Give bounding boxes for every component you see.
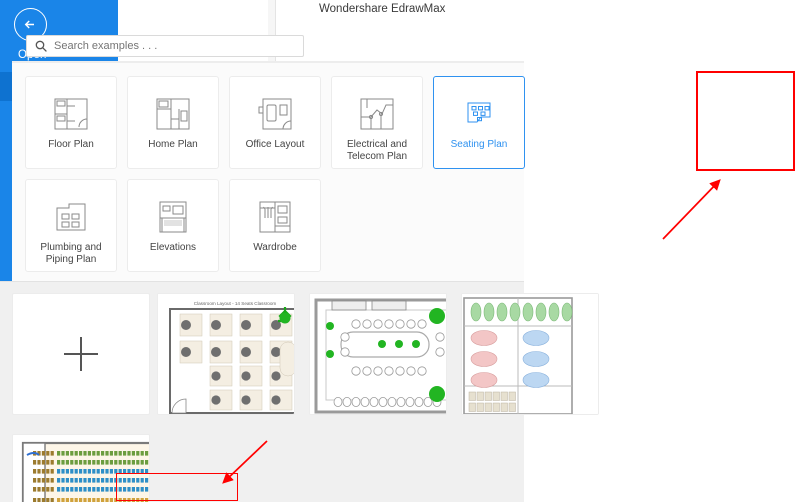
example-thumbnail bbox=[462, 294, 598, 414]
search-input[interactable] bbox=[54, 40, 284, 52]
subcategory-card-label: Elevations bbox=[149, 242, 197, 253]
example-card-partial[interactable] bbox=[12, 434, 150, 502]
plumbing-piping-icon bbox=[53, 195, 89, 239]
home-plan-icon bbox=[155, 92, 191, 136]
subcategory-card-label: Seating Plan bbox=[450, 139, 508, 150]
svg-text:Classroom Layout - 14 Seats Cl: Classroom Layout - 14 Seats Classroom bbox=[194, 301, 277, 306]
subcategory-card-wardrobe[interactable]: Wardrobe bbox=[229, 179, 321, 272]
example-thumbnail: Classroom Layout - 14 Seats Classroom bbox=[158, 294, 294, 414]
plus-icon bbox=[64, 337, 98, 371]
examples-region: Classroom Layout - 14 Seats Classroom14 … bbox=[0, 281, 599, 502]
arrow-left-circle-icon bbox=[24, 20, 34, 29]
subcategory-card-office-layout[interactable]: Office Layout bbox=[229, 76, 321, 169]
electrical-telecom-icon bbox=[359, 92, 395, 136]
seating-plan-icon bbox=[461, 92, 497, 136]
subcategory-card-electrical-and-telecom-plan[interactable]: Electrical and Telecom Plan bbox=[331, 76, 423, 169]
example-card[interactable]: Restaurant P bbox=[461, 293, 599, 415]
floor-plan-icon bbox=[53, 92, 89, 136]
elevations-icon bbox=[155, 195, 191, 239]
subcategory-card-label: Home Plan bbox=[148, 139, 198, 150]
subcategory-card-plumbing-and-piping-plan[interactable]: Plumbing and Piping Plan bbox=[25, 179, 117, 272]
subcategory-card-label: Wardrobe bbox=[253, 242, 297, 253]
example-card[interactable]: Conference Room bbox=[309, 293, 447, 415]
wardrobe-icon bbox=[257, 195, 293, 239]
subcategory-card-elevations[interactable]: Elevations bbox=[127, 179, 219, 272]
example-card[interactable]: Classroom Layout - 14 Seats Classroom14 … bbox=[157, 293, 295, 415]
example-thumbnail bbox=[310, 294, 446, 414]
office-layout-icon bbox=[257, 92, 293, 136]
app-title: Wondershare EdrawMax bbox=[319, 3, 446, 15]
search-box[interactable] bbox=[26, 35, 304, 57]
subcategory-card-seating-plan[interactable]: Seating Plan bbox=[433, 76, 525, 169]
subcategory-card-floor-plan[interactable]: Floor Plan bbox=[25, 76, 117, 169]
subcategory-card-label: Plumbing and Piping Plan bbox=[40, 242, 102, 265]
blank-canvas-card[interactable] bbox=[12, 293, 150, 415]
subcategory-card-label: Office Layout bbox=[245, 139, 305, 150]
search-icon bbox=[35, 40, 47, 52]
subcategory-card-label: Electrical and Telecom Plan bbox=[346, 139, 408, 162]
subcategory-cards-region: Floor Plan Home Plan Office Layout Electric… bbox=[12, 62, 525, 281]
subcategory-card-home-plan[interactable]: Home Plan bbox=[127, 76, 219, 169]
example-thumbnail bbox=[13, 435, 149, 502]
subcategory-card-label: Floor Plan bbox=[48, 139, 94, 150]
